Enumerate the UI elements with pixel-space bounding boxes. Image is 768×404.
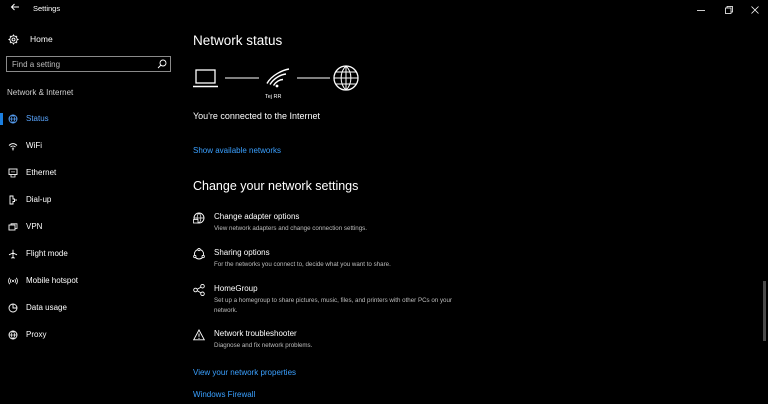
sidebar-item-ethernet[interactable]: Ethernet	[0, 163, 180, 183]
option-description: View network adapters and change connect…	[214, 225, 367, 232]
sidebar-item-flight-mode[interactable]: Flight mode	[0, 244, 180, 264]
vpn-icon	[8, 223, 18, 231]
sidebar-item-label: Dial-up	[26, 195, 52, 204]
title-bar: Settings	[0, 0, 768, 19]
sidebar-item-status[interactable]: Status	[0, 109, 180, 129]
window-title: Settings	[33, 4, 61, 13]
section-title: Change your network settings	[193, 179, 359, 193]
search-input[interactable]	[7, 57, 157, 71]
data-usage-icon	[8, 303, 18, 313]
back-arrow-icon[interactable]	[8, 2, 22, 16]
hotspot-icon	[8, 277, 18, 285]
windows-firewall-link[interactable]: Windows Firewall	[193, 390, 255, 399]
show-available-networks-link[interactable]: Show available networks	[193, 146, 281, 155]
gear-icon	[8, 33, 19, 45]
sidebar-item-label: Mobile hotspot	[26, 276, 79, 285]
sidebar-item-label: Data usage	[26, 303, 67, 312]
sidebar-item-label: Flight mode	[26, 249, 68, 258]
scrollbar-thumb[interactable]	[763, 281, 766, 341]
option-description: For the networks you connect to, decide …	[214, 261, 391, 268]
laptop-icon	[193, 69, 218, 88]
minimize-button[interactable]	[688, 0, 714, 19]
maximize-button[interactable]	[716, 0, 742, 19]
sidebar-item-dialup[interactable]: Dial-up	[0, 190, 180, 210]
connection-status: You're connected to the Internet	[193, 111, 320, 121]
option-title: Sharing options	[214, 248, 270, 257]
warning-icon	[193, 329, 205, 341]
sidebar-item-label: VPN	[26, 222, 43, 231]
homegroup-icon	[193, 284, 205, 296]
airplane-icon	[8, 249, 18, 259]
sidebar-item-proxy[interactable]: Proxy	[0, 325, 180, 345]
search-icon[interactable]	[157, 59, 167, 69]
network-name: Tej RR	[265, 94, 282, 100]
option-title: Network troubleshooter	[214, 329, 297, 338]
internet-globe-icon	[333, 65, 359, 91]
home-label: Home	[30, 34, 53, 44]
sidebar-item-label: Proxy	[26, 330, 47, 339]
status-globe-icon	[8, 114, 18, 124]
option-title: HomeGroup	[214, 284, 258, 293]
option-description: Diagnose and fix network problems.	[214, 342, 313, 349]
sidebar-item-label: WiFi	[26, 141, 42, 150]
dialup-icon	[9, 195, 17, 205]
globe-icon	[8, 330, 18, 340]
ethernet-icon	[8, 168, 18, 178]
wifi-icon	[8, 143, 18, 151]
sharing-icon	[193, 248, 205, 260]
section-label: Network & Internet	[7, 88, 74, 97]
view-network-properties-link[interactable]: View your network properties	[193, 368, 296, 377]
search-box[interactable]	[6, 56, 171, 72]
sidebar: Home Network & Internet Status WiFi Ethe…	[0, 19, 180, 404]
close-button[interactable]	[742, 0, 768, 19]
adapter-globe-icon	[193, 212, 205, 224]
active-indicator	[0, 113, 3, 125]
sidebar-item-label: Ethernet	[26, 168, 57, 177]
option-description: Set up a homegroup to share pictures, mu…	[214, 297, 452, 314]
main-content: Network status Tej RR You're connected t…	[193, 19, 753, 404]
page-title: Network status	[193, 33, 283, 48]
sidebar-item-vpn[interactable]: VPN	[0, 217, 180, 237]
sidebar-item-label: Status	[26, 114, 49, 123]
scrollbar[interactable]	[761, 19, 768, 404]
wifi-signal-icon	[266, 68, 290, 88]
sidebar-item-data-usage[interactable]: Data usage	[0, 298, 180, 318]
sidebar-item-mobile-hotspot[interactable]: Mobile hotspot	[0, 271, 180, 291]
home-link[interactable]: Home	[8, 32, 53, 46]
sidebar-item-wifi[interactable]: WiFi	[0, 136, 180, 156]
option-title: Change adapter options	[214, 212, 300, 221]
